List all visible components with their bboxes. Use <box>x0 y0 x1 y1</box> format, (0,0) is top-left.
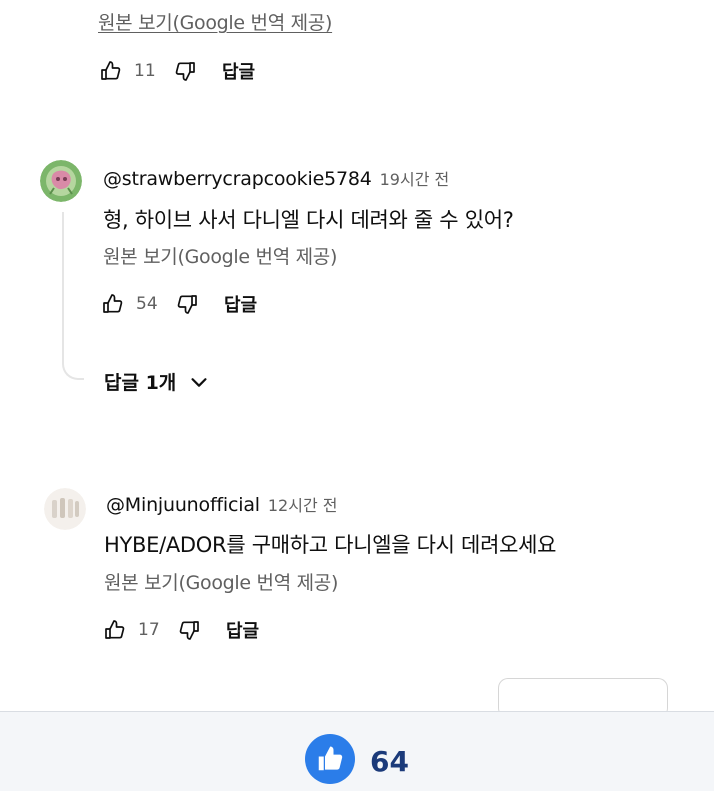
reply-button[interactable]: 답글 <box>226 617 259 643</box>
comment-actions: 54 답글 <box>98 289 257 319</box>
see-original-link[interactable]: 원본 보기(Google 번역 제공) <box>98 8 332 35</box>
like-total-count: 64 <box>370 745 409 778</box>
thumb-down-icon[interactable] <box>174 615 204 645</box>
bottom-like-bar: 64 <box>0 711 714 791</box>
comment-header: @strawberrycrapcookie5784 19시간 전 <box>103 166 449 190</box>
thread-connector <box>62 212 84 380</box>
timestamp[interactable]: 19시간 전 <box>380 166 450 190</box>
thumb-down-icon[interactable] <box>170 56 200 86</box>
see-original-link[interactable]: 원본 보기(Google 번역 제공) <box>104 568 338 595</box>
like-button[interactable] <box>305 734 355 784</box>
replies-count-label: 답글 1개 <box>104 372 177 394</box>
chevron-down-icon <box>191 377 207 387</box>
thumb-up-icon[interactable] <box>96 56 126 86</box>
reply-button[interactable]: 답글 <box>224 291 257 317</box>
reply-button[interactable]: 답글 <box>222 58 255 84</box>
timestamp[interactable]: 12시간 전 <box>268 492 338 516</box>
thumb-up-icon[interactable] <box>100 615 130 645</box>
comments-page: 원본 보기(Google 번역 제공) 11 답글 @strawberrycra… <box>0 0 714 791</box>
thumb-down-icon[interactable] <box>172 289 202 319</box>
see-original-link[interactable]: 원본 보기(Google 번역 제공) <box>103 242 337 269</box>
avatar[interactable] <box>44 488 86 530</box>
comment-header: @Minjuunofficial 12시간 전 <box>106 492 337 516</box>
author-handle[interactable]: @Minjuunofficial <box>106 494 260 516</box>
thumb-up-icon <box>318 746 343 771</box>
author-handle[interactable]: @strawberrycrapcookie5784 <box>103 168 372 190</box>
like-count: 11 <box>134 61 156 81</box>
comment-actions: 11 답글 <box>96 56 255 86</box>
avatar[interactable] <box>40 160 82 202</box>
replies-toggle[interactable]: 답글 1개 <box>104 368 210 395</box>
like-count: 54 <box>136 294 158 314</box>
comment-text: 형, 하이브 사서 다니엘 다시 데려와 줄 수 있어? <box>103 208 514 232</box>
like-count: 17 <box>138 620 160 640</box>
comment-text: HYBE/ADOR를 구매하고 다니엘을 다시 데려오세요 <box>104 533 557 557</box>
thumb-up-icon[interactable] <box>98 289 128 319</box>
comment-actions: 17 답글 <box>100 615 259 645</box>
